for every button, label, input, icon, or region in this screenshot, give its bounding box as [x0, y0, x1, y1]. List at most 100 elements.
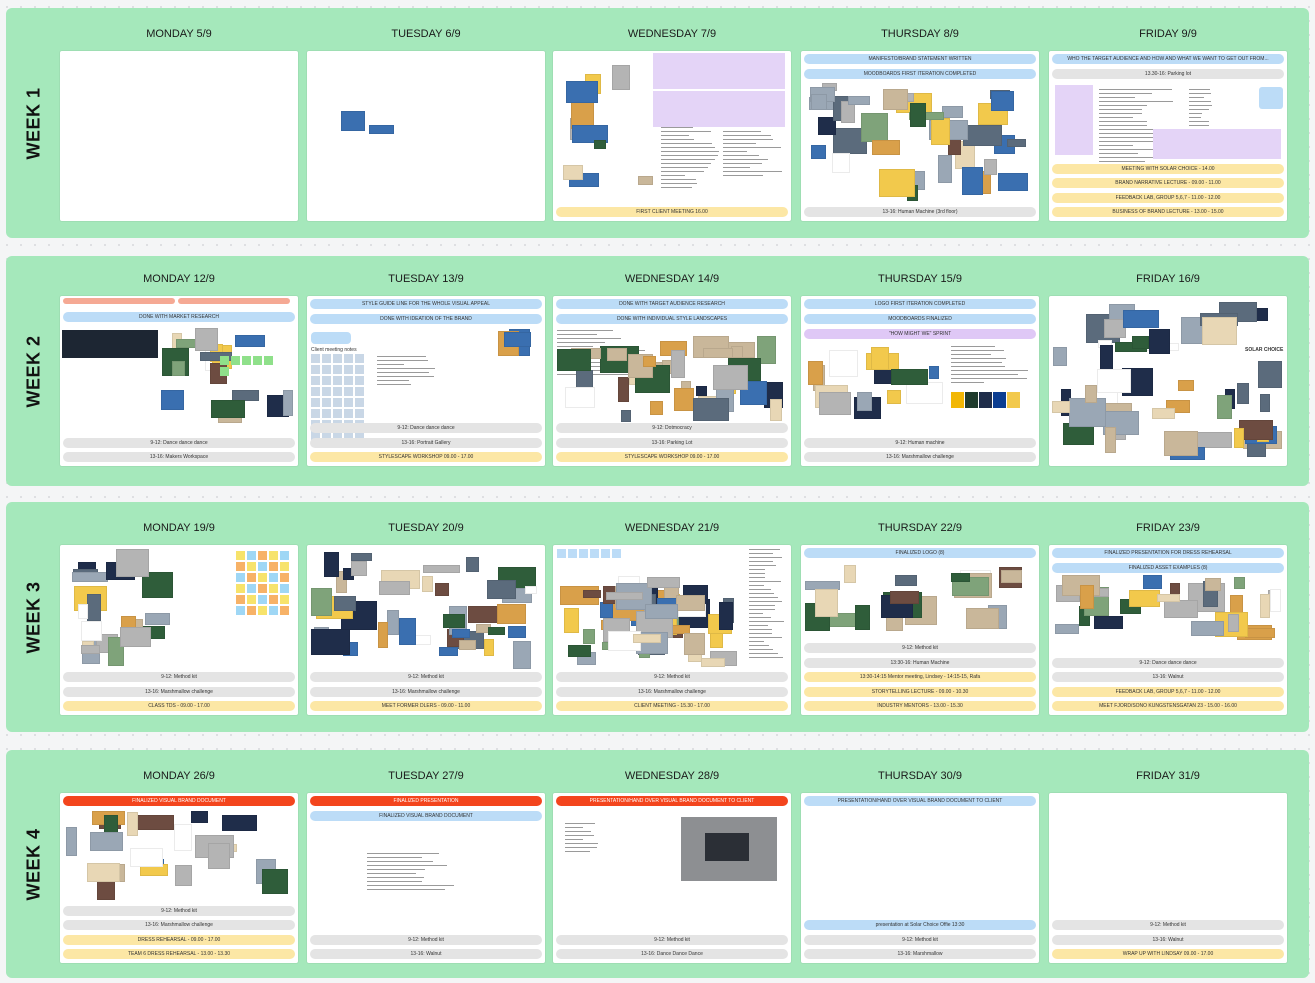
sticky-note[interactable] [220, 356, 229, 365]
board-thumbnail[interactable] [1080, 585, 1094, 609]
board-thumbnail[interactable] [557, 349, 591, 371]
sticky-note[interactable] [280, 584, 289, 593]
board-thumbnail[interactable] [351, 553, 372, 561]
sticky-note[interactable] [311, 354, 320, 363]
board-thumbnail[interactable] [1164, 431, 1198, 456]
purple-frame[interactable] [1055, 85, 1093, 155]
sticky-note[interactable] [236, 595, 245, 604]
purple-frame[interactable] [1153, 129, 1281, 159]
board-thumbnail[interactable] [674, 388, 694, 411]
board-thumbnail[interactable] [564, 608, 579, 633]
board-thumbnail[interactable] [423, 565, 460, 573]
sticky-note[interactable] [258, 562, 267, 571]
color-swatch[interactable] [965, 392, 978, 408]
sticky-note[interactable] [258, 606, 267, 615]
board-thumbnail[interactable] [341, 111, 365, 131]
board-thumbnail[interactable] [176, 339, 196, 348]
color-swatch[interactable] [951, 392, 964, 408]
board-thumbnail[interactable] [211, 400, 245, 418]
sticky-note[interactable] [311, 409, 320, 418]
board-thumbnail[interactable] [871, 347, 889, 370]
board-thumbnail[interactable] [235, 335, 265, 347]
board-thumbnail[interactable] [906, 382, 943, 404]
sticky-note[interactable] [258, 584, 267, 593]
board-thumbnail[interactable] [855, 605, 870, 630]
schedule-bar[interactable]: 13-16: Dance Dance Dance [556, 949, 788, 959]
schedule-bar[interactable]: 13-16: Marshmallow challenge [556, 686, 788, 697]
color-swatch[interactable] [1007, 392, 1020, 408]
sticky-note[interactable] [280, 595, 289, 604]
color-swatch[interactable] [993, 392, 1006, 408]
sticky-note[interactable] [269, 573, 278, 582]
board-thumbnail[interactable] [1258, 361, 1282, 388]
day-card[interactable] [307, 51, 545, 221]
board-thumbnail[interactable] [513, 641, 531, 669]
board-thumbnail[interactable] [81, 645, 100, 654]
sticky-note[interactable] [344, 354, 353, 363]
board-thumbnail[interactable] [963, 125, 1002, 146]
milestone-bar[interactable]: LOGO FIRST ITERATION COMPLETED [804, 299, 1036, 309]
day-card[interactable]: PRESENTATION/HAND OVER VISUAL BRAND DOCU… [801, 793, 1039, 963]
sticky-note[interactable] [322, 354, 331, 363]
note-card[interactable] [311, 332, 351, 344]
sticky-note[interactable] [322, 387, 331, 396]
milestone-bar[interactable]: DONE WITH IDEATION OF THE BRAND [310, 314, 542, 324]
sticky-note[interactable] [236, 606, 245, 615]
board-thumbnail[interactable] [1055, 624, 1079, 634]
board-thumbnail[interactable] [1245, 628, 1275, 638]
sticky-note[interactable] [247, 584, 256, 593]
schedule-bar[interactable]: presentation at Solar Choice Offie 13:30 [804, 920, 1036, 930]
sticky-note[interactable] [311, 376, 320, 385]
day-card[interactable]: FINALIZED LOGO (8) 9-12: Method kit 13:30-… [801, 545, 1039, 715]
day-card[interactable]: FINALIZED PRESENTATION FOR DRESS REHEARS… [1049, 545, 1287, 715]
sticky-note[interactable] [344, 365, 353, 374]
board-thumbnail[interactable] [890, 591, 919, 604]
board-thumbnail[interactable] [861, 113, 888, 142]
sticky-note[interactable] [220, 367, 229, 376]
board-thumbnail[interactable] [832, 153, 850, 173]
sticky-note[interactable] [258, 551, 267, 560]
sticky-note[interactable] [322, 409, 331, 418]
milestone-bar[interactable]: 13.30-16: Parking lot [1052, 69, 1284, 79]
day-card[interactable]: WHO THE TARGET AUDIENCE AND HOW AND WHAT… [1049, 51, 1287, 221]
sticky-note[interactable] [247, 595, 256, 604]
schedule-bar[interactable]: 13-16: Makers Workspace [63, 452, 295, 462]
day-card[interactable]: 9-12: Method kit 13-16: Marshmallow chall… [60, 545, 298, 715]
schedule-bar[interactable]: 9-12: Method kit [310, 934, 542, 945]
sticky-note[interactable] [280, 606, 289, 615]
milestone-bar[interactable]: MOODBOARDS FIRST ITERATION COMPLETED [804, 69, 1036, 79]
sticky-note[interactable] [568, 549, 577, 558]
milestone-bar[interactable]: FINALIZED ASSET EXAMPLES (8) [1052, 563, 1284, 573]
board-thumbnail[interactable] [811, 145, 826, 159]
sticky-note[interactable] [333, 365, 342, 374]
board-thumbnail[interactable] [991, 91, 1014, 111]
board-thumbnail[interactable] [770, 399, 782, 421]
board-thumbnail[interactable] [684, 633, 705, 655]
sticky-note[interactable] [247, 573, 256, 582]
purple-frame[interactable] [653, 91, 785, 127]
color-swatch[interactable] [979, 392, 992, 408]
schedule-bar[interactable]: 9-12: Dotmocracy [556, 423, 788, 433]
board-thumbnail[interactable] [378, 622, 388, 648]
day-card[interactable]: STYLE GUIDE LINE FOR THE WHOLE VISUAL AP… [307, 296, 545, 466]
board-thumbnail[interactable] [487, 580, 516, 599]
day-card[interactable]: FIRST CLIENT MEETING 16.00 [553, 51, 791, 221]
board-thumbnail[interactable] [191, 811, 208, 823]
schedule-bar[interactable]: BUSINESS OF BRAND LECTURE - 13.00 - 15.0… [1052, 207, 1284, 217]
board-thumbnail[interactable] [1097, 369, 1131, 393]
board-thumbnail[interactable] [565, 387, 595, 408]
board-thumbnail[interactable] [576, 370, 593, 388]
board-thumbnail[interactable] [1237, 383, 1249, 404]
board-thumbnail[interactable] [1085, 385, 1097, 403]
schedule-bar[interactable]: 9-12: Method kit [310, 672, 542, 682]
board-thumbnail[interactable] [452, 629, 470, 638]
board-thumbnail[interactable] [1202, 317, 1237, 345]
schedule-bar[interactable]: STORYTELLING LECTURE - 09.00 - 10.30 [804, 686, 1036, 697]
board-thumbnail[interactable] [966, 608, 999, 629]
schedule-bar[interactable]: 9-12: Method kit [556, 672, 788, 682]
board-thumbnail[interactable] [887, 390, 901, 404]
board-thumbnail[interactable] [857, 392, 872, 411]
board-thumbnail[interactable] [607, 348, 627, 361]
board-thumbnail[interactable] [283, 390, 293, 416]
sticky-note[interactable] [269, 606, 278, 615]
